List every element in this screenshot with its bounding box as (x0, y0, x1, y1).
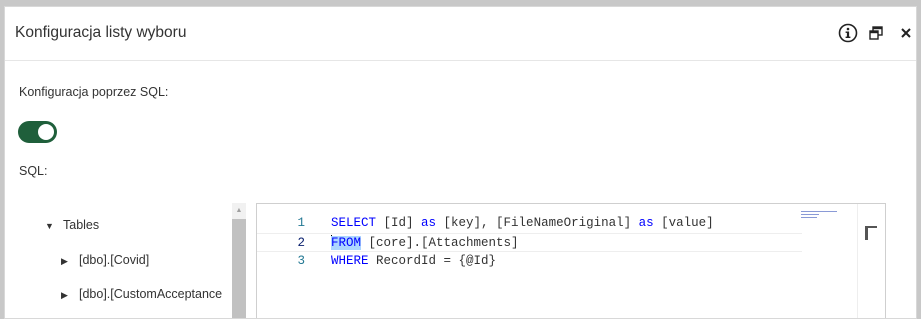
code-line[interactable]: 3 WHERE RecordId = {@Id} (257, 252, 885, 271)
line-number: 2 (297, 236, 305, 250)
sql-text: [core].[Attachments] (361, 236, 519, 250)
tree-node-label: [dbo].[CustomAcceptance (79, 287, 223, 301)
minimap[interactable] (801, 210, 856, 220)
sql-keyword: as (638, 216, 654, 230)
caret-right-icon: ▶ (61, 256, 68, 266)
dialog-title: Konfiguracja listy wyboru (15, 24, 187, 41)
sql-text: RecordId = {@Id} (368, 254, 497, 268)
restore-window-icon[interactable] (865, 22, 887, 44)
dialog-header: Konfiguracja listy wyboru (5, 7, 916, 61)
sql-keyword: WHERE (331, 254, 369, 268)
tree-node-label: Tables (63, 218, 100, 232)
sql-text: [key], [FileNameOriginal] (436, 216, 639, 230)
sql-keyword: as (421, 216, 437, 230)
close-icon[interactable] (895, 22, 916, 44)
code-text: SELECT [Id] as [key], [FileNameOriginal]… (331, 214, 714, 233)
code-text: WHERE RecordId = {@Id} (331, 252, 496, 271)
sql-editor[interactable]: 1 SELECT [Id] as [key], [FileNameOriginal… (256, 203, 886, 318)
scroll-up-arrow-icon[interactable]: ▲ (232, 203, 246, 217)
info-icon[interactable] (837, 22, 859, 44)
code-line[interactable]: 1 SELECT [Id] as [key], [FileNameOriginal… (257, 214, 885, 233)
sql-keyword: FROM (331, 236, 362, 250)
scroll-position-marker (865, 226, 868, 240)
tree-node-tables[interactable]: ▼ Tables (45, 218, 99, 232)
tables-tree: ▼ Tables ▶ [dbo].[Covid] ▶ [dbo].[CustomAcc… (5, 203, 232, 318)
tree-node-label: [dbo].[Covid] (79, 253, 150, 267)
sql-text: [Id] (376, 216, 422, 230)
code-text: FROM [core].[Attachments] (331, 234, 519, 253)
caret-down-icon: ▼ (45, 221, 54, 231)
tree-node-table[interactable]: ▶ [dbo].[CustomAcceptance (61, 287, 222, 301)
caret-right-icon: ▶ (61, 290, 68, 300)
tree-scrollbar[interactable]: ▲ (232, 203, 246, 318)
sql-label: SQL: (19, 164, 48, 178)
line-number: 3 (297, 254, 305, 268)
code-line[interactable]: 2 FROM [core].[Attachments] (257, 233, 802, 252)
editor-scrollbar[interactable] (857, 204, 885, 318)
sql-keyword: SELECT (331, 216, 377, 230)
scroll-thumb[interactable] (232, 219, 246, 318)
toggle-knob (38, 124, 54, 140)
sql-config-toggle[interactable] (18, 121, 57, 143)
dialog: Konfiguracja listy wyboru Konfiguracja p… (4, 6, 917, 319)
sql-config-label: Konfiguracja poprzez SQL: (19, 85, 169, 99)
sql-text: [value] (653, 216, 714, 230)
line-number: 1 (297, 216, 305, 230)
tree-node-table[interactable]: ▶ [dbo].[Covid] (61, 253, 149, 267)
